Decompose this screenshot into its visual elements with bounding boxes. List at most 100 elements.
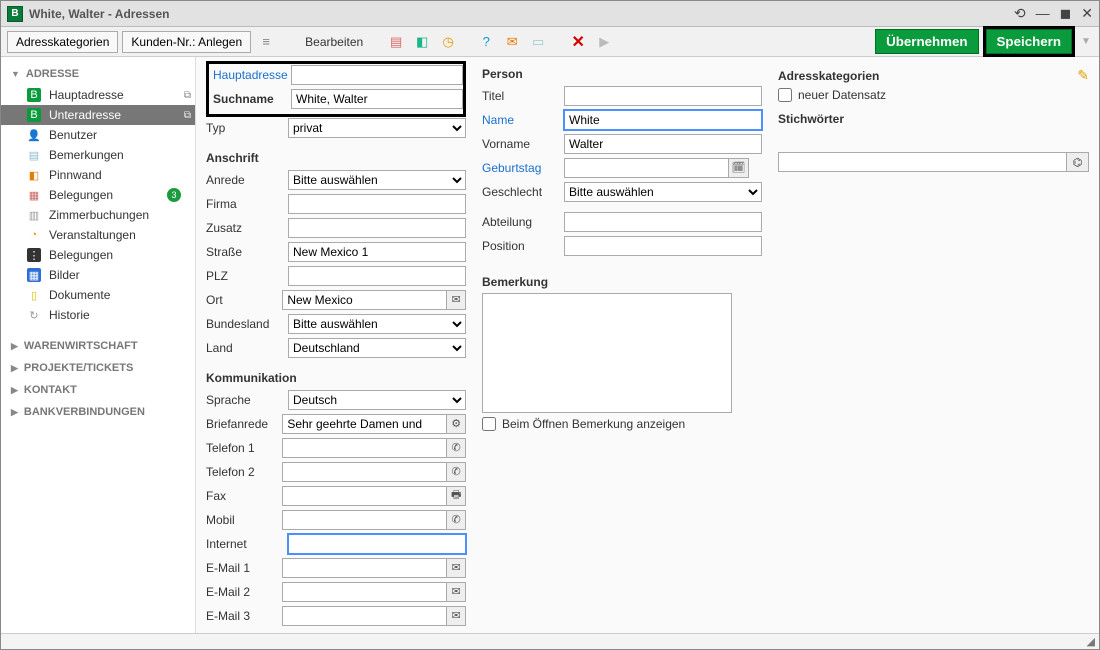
- titel-input[interactable]: [564, 86, 762, 106]
- nav-label: Belegungen: [49, 248, 113, 262]
- name-link[interactable]: Name: [482, 113, 564, 127]
- phone-icon[interactable]: ✆: [447, 462, 466, 482]
- nav-section-warenwirtschaft[interactable]: ▶WARENWIRTSCHAFT: [1, 335, 195, 357]
- vorname-input[interactable]: [564, 134, 762, 154]
- envelope-icon[interactable]: ✉: [447, 558, 466, 578]
- bundesland-select[interactable]: Bitte auswählen: [288, 314, 466, 334]
- typ-select[interactable]: privat: [288, 118, 466, 138]
- restore-icon[interactable]: ⟲: [1014, 5, 1026, 22]
- neuer-datensatz-checkbox[interactable]: [778, 88, 792, 102]
- nav-veranstaltungen[interactable]: ◔ Veranstaltungen: [1, 225, 195, 245]
- calendar-icon[interactable]: 🗓: [729, 158, 749, 178]
- nav-pinnwand[interactable]: ◧ Pinnwand: [1, 165, 195, 185]
- nav-belegungen[interactable]: ▦ Belegungen 3: [1, 185, 195, 205]
- mobil-input[interactable]: [282, 510, 447, 530]
- nav-belegungen2[interactable]: ⋮ Belegungen: [1, 245, 195, 265]
- delete-icon[interactable]: ✕: [567, 32, 589, 52]
- neuer-datensatz-label: neuer Datensatz: [798, 88, 886, 102]
- nav-section-bank[interactable]: ▶BANKVERBINDUNGEN: [1, 401, 195, 423]
- envelope-icon[interactable]: ✉: [447, 290, 466, 310]
- kundennr-button[interactable]: Kunden-Nr.: Anlegen: [122, 31, 251, 53]
- next-icon[interactable]: ▶: [593, 32, 615, 52]
- adresskategorien-heading: Adresskategorien: [778, 69, 879, 83]
- envelope-icon[interactable]: ✉: [447, 582, 466, 602]
- strasse-input[interactable]: [288, 242, 466, 262]
- envelope-icon[interactable]: ✉: [447, 606, 466, 626]
- gear-icon[interactable]: ⚙: [447, 414, 466, 434]
- position-input[interactable]: [564, 236, 762, 256]
- nav-hauptadresse[interactable]: B Hauptadresse ⧉: [1, 85, 195, 105]
- close-icon[interactable]: ✕: [1081, 5, 1093, 22]
- tag-tree-icon[interactable]: ⌬: [1067, 152, 1089, 172]
- zusatz-input[interactable]: [288, 218, 466, 238]
- globe-icon[interactable]: ◷: [437, 32, 459, 52]
- bearbeiten-label[interactable]: Bearbeiten: [305, 35, 363, 49]
- menu-icon[interactable]: ≡: [255, 32, 277, 52]
- phone-icon[interactable]: ✆: [447, 510, 466, 530]
- email3-input[interactable]: [282, 606, 447, 626]
- show-remark-checkbox[interactable]: [482, 417, 496, 431]
- mail-icon[interactable]: ✉: [501, 32, 523, 52]
- adresskategorien-button[interactable]: Adresskategorien: [7, 31, 118, 53]
- popout-icon[interactable]: ⧉: [184, 90, 191, 101]
- popout-icon[interactable]: ⧉: [184, 110, 191, 121]
- anrede-select[interactable]: Bitte auswählen: [288, 170, 466, 190]
- window-title: White, Walter - Adressen: [29, 7, 169, 21]
- bemerkung-textarea[interactable]: [482, 293, 732, 413]
- history-icon: ↻: [27, 308, 41, 322]
- pinboard-icon: ◧: [27, 168, 41, 182]
- email1-input[interactable]: [282, 558, 447, 578]
- briefanrede-input[interactable]: [282, 414, 447, 434]
- nav-benutzer[interactable]: 👤 Benutzer: [1, 125, 195, 145]
- name-input[interactable]: [564, 110, 762, 130]
- telefon2-input[interactable]: [282, 462, 447, 482]
- help-icon[interactable]: ?: [475, 32, 497, 52]
- ort-input[interactable]: [282, 290, 447, 310]
- note-icon[interactable]: ◧: [411, 32, 433, 52]
- land-label: Land: [206, 341, 288, 355]
- geburtstag-link[interactable]: Geburtstag: [482, 161, 564, 175]
- maximize-icon[interactable]: ◼: [1060, 5, 1072, 22]
- minimize-icon[interactable]: —: [1036, 5, 1050, 22]
- hauptadresse-input[interactable]: [291, 65, 463, 85]
- geburtstag-input[interactable]: [564, 158, 729, 178]
- rooms-icon: ▥: [27, 208, 41, 222]
- plz-input[interactable]: [288, 266, 466, 286]
- uebernehmen-button[interactable]: Übernehmen: [875, 29, 978, 54]
- edit-pencil-icon[interactable]: ✎: [1077, 67, 1089, 84]
- land-select[interactable]: Deutschland: [288, 338, 466, 358]
- nav-dokumente[interactable]: ▯ Dokumente: [1, 285, 195, 305]
- nav-section-projekte[interactable]: ▶PROJEKTE/TICKETS: [1, 357, 195, 379]
- nav-unteradresse[interactable]: B Unteradresse ⧉: [1, 105, 195, 125]
- sprache-select[interactable]: Deutsch: [288, 390, 466, 410]
- card-icon[interactable]: ▭: [527, 32, 549, 52]
- zusatz-label: Zusatz: [206, 221, 288, 235]
- phone-icon[interactable]: ✆: [447, 438, 466, 458]
- stichwoerter-input[interactable]: [778, 152, 1067, 172]
- suchname-input[interactable]: [291, 89, 463, 109]
- nav-bemerkungen[interactable]: ▤ Bemerkungen: [1, 145, 195, 165]
- internet-input[interactable]: [288, 534, 466, 554]
- firma-input[interactable]: [288, 194, 466, 214]
- fax-icon[interactable]: 🖶: [447, 486, 466, 506]
- telefon1-input[interactable]: [282, 438, 447, 458]
- assign-icon: ⋮: [27, 248, 41, 262]
- resize-grip-icon[interactable]: ◢: [1087, 635, 1095, 648]
- nav-section-kontakt[interactable]: ▶KONTAKT: [1, 379, 195, 401]
- firma-label: Firma: [206, 197, 288, 211]
- hauptadresse-link[interactable]: Hauptadresse: [209, 68, 291, 82]
- geschlecht-select[interactable]: Bitte auswählen: [564, 182, 762, 202]
- nav-zimmerbuchungen[interactable]: ▥ Zimmerbuchungen: [1, 205, 195, 225]
- fax-input[interactable]: [282, 486, 447, 506]
- nav-label: Dokumente: [49, 288, 110, 302]
- email2-input[interactable]: [282, 582, 447, 602]
- contact-card-icon[interactable]: ▤: [385, 32, 407, 52]
- nav-historie[interactable]: ↻ Historie: [1, 305, 195, 325]
- email1-label: E-Mail 1: [206, 561, 282, 575]
- dropdown-caret-icon[interactable]: ▼: [1079, 36, 1093, 47]
- title-bar: B White, Walter - Adressen ⟲ — ◼ ✕: [1, 1, 1099, 27]
- abteilung-input[interactable]: [564, 212, 762, 232]
- nav-bilder[interactable]: ▦ Bilder: [1, 265, 195, 285]
- nav-section-adresse[interactable]: ▼ADRESSE: [1, 63, 195, 85]
- speichern-button[interactable]: Speichern: [986, 29, 1072, 54]
